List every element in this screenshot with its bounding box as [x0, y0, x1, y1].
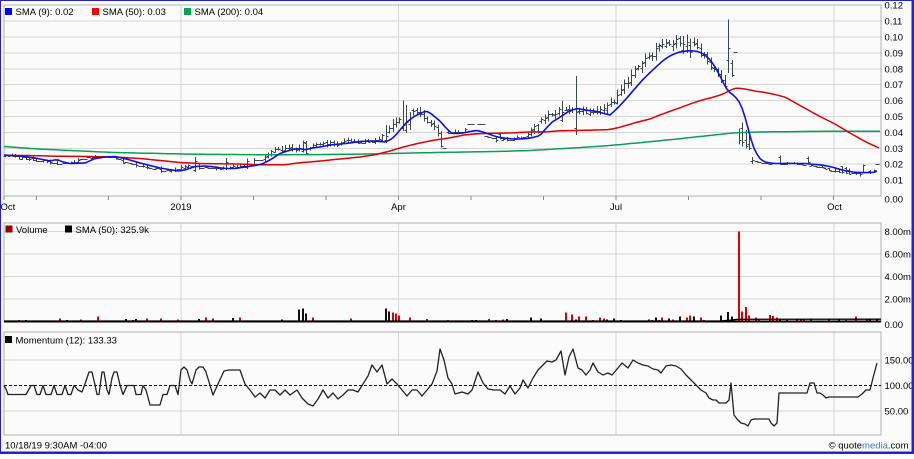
- svg-text:0.04: 0.04: [885, 128, 904, 139]
- svg-text:SMA (50): 325.9k: SMA (50): 325.9k: [76, 225, 150, 236]
- svg-text:Oct: Oct: [1, 202, 16, 213]
- svg-text:2019: 2019: [170, 202, 191, 213]
- svg-text:2.00m: 2.00m: [885, 294, 911, 305]
- svg-text:SMA (9): 0.02: SMA (9): 0.02: [16, 7, 74, 18]
- svg-text:Apr: Apr: [391, 202, 406, 213]
- svg-text:0.09: 0.09: [885, 48, 904, 59]
- svg-text:50.00: 50.00: [885, 407, 909, 418]
- svg-text:SMA (50): 0.03: SMA (50): 0.03: [103, 7, 166, 18]
- svg-text:0.00: 0.00: [885, 320, 904, 331]
- svg-text:0.01: 0.01: [885, 176, 904, 187]
- svg-text:150.00: 150.00: [885, 355, 914, 366]
- svg-text:0.10: 0.10: [885, 33, 904, 44]
- svg-text:0.07: 0.07: [885, 80, 904, 91]
- svg-text:0.03: 0.03: [885, 144, 904, 155]
- svg-text:Volume: Volume: [16, 225, 48, 236]
- svg-text:0.11: 0.11: [885, 17, 903, 28]
- svg-text:0.02: 0.02: [885, 160, 904, 171]
- svg-text:Jul: Jul: [610, 202, 622, 213]
- svg-text:© quotemedia.com: © quotemedia.com: [829, 441, 909, 452]
- svg-text:Momentum (12): 133.33: Momentum (12): 133.33: [16, 336, 117, 347]
- svg-text:SMA (200): 0.04: SMA (200): 0.04: [195, 7, 264, 18]
- svg-text:0.08: 0.08: [885, 64, 904, 75]
- svg-text:0.00: 0.00: [885, 195, 904, 206]
- svg-text:0.06: 0.06: [885, 96, 904, 107]
- svg-text:6.00m: 6.00m: [885, 249, 911, 260]
- svg-text:Oct: Oct: [827, 202, 842, 213]
- svg-text:0.12: 0.12: [885, 1, 904, 12]
- svg-text:10/18/19 9:30AM -04:00: 10/18/19 9:30AM -04:00: [5, 441, 107, 452]
- svg-text:4.00m: 4.00m: [885, 272, 911, 283]
- svg-text:100.00: 100.00: [885, 381, 914, 392]
- svg-text:0.05: 0.05: [885, 112, 904, 123]
- svg-text:8.00m: 8.00m: [885, 227, 911, 238]
